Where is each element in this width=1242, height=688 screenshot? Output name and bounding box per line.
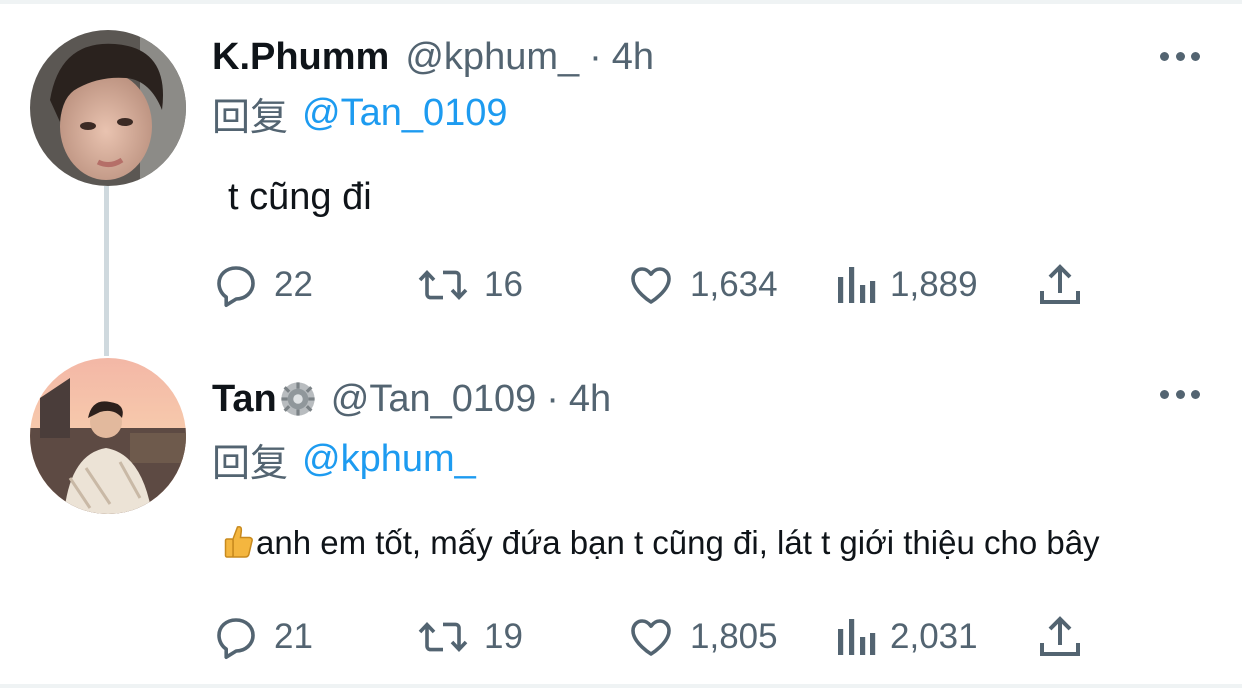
tweet-text-line: anh em tốt, mấy đứa bạn t cũng đi, lát t… <box>224 524 1100 562</box>
reply-to-handle[interactable]: @kphum_ <box>302 438 476 481</box>
views-button[interactable]: 1,889 <box>836 260 978 310</box>
retweet-count: 19 <box>484 617 523 656</box>
thumbs-up-emoji <box>224 525 253 558</box>
reply-prefix: 回复 <box>212 96 289 139</box>
display-name[interactable]: Tan <box>212 378 277 421</box>
share-icon <box>1040 264 1080 304</box>
separator-dot: · <box>589 35 602 78</box>
replying-to: 回复 @Tan_0109 <box>212 88 508 139</box>
retweet-button[interactable]: 19 <box>416 612 523 662</box>
more-icon-dot <box>1175 389 1185 399</box>
tweet-text: t cũng đi <box>228 176 372 218</box>
views-icon <box>838 267 876 303</box>
more-icon-dot <box>1160 389 1169 399</box>
reply-button[interactable]: 22 <box>212 260 313 310</box>
like-button[interactable]: 1,634 <box>626 260 778 310</box>
heart-icon <box>631 267 671 304</box>
more-options-button[interactable] <box>1160 384 1200 404</box>
retweet-button[interactable]: 16 <box>416 260 523 310</box>
timestamp[interactable]: 4h <box>612 36 654 79</box>
avatar[interactable] <box>30 358 186 514</box>
more-icon-dot <box>1191 51 1200 61</box>
more-icon-dot <box>1175 51 1185 61</box>
gear-badge-icon <box>281 382 315 416</box>
views-button[interactable]: 2,031 <box>836 612 978 662</box>
avatar-tan-image <box>30 358 186 514</box>
retweet-icon <box>418 269 468 301</box>
views-count: 1,889 <box>890 265 978 304</box>
tweet-actions: 22 16 1,634 1,889 <box>212 260 1092 310</box>
share-button[interactable] <box>1038 612 1096 662</box>
more-icon-dot <box>1191 389 1200 399</box>
avatar[interactable] <box>30 30 186 186</box>
reply-prefix: 回复 <box>212 442 289 485</box>
bottom-divider <box>0 684 1242 688</box>
separator-dot: · <box>546 377 559 420</box>
views-icon <box>838 619 876 655</box>
share-button[interactable] <box>1038 260 1096 310</box>
tweet-text: anh em tốt, mấy đứa bạn t cũng đi, lát t… <box>256 524 1100 561</box>
thread-connector-line <box>104 186 109 356</box>
replying-to: 回复 @kphum_ <box>212 434 476 485</box>
reply-count: 21 <box>274 617 313 656</box>
views-count: 2,031 <box>890 617 978 656</box>
tweet-actions: 21 19 1,805 2,031 <box>212 612 1092 662</box>
more-options-button[interactable] <box>1160 46 1200 66</box>
user-handle[interactable]: @kphum_ <box>405 36 579 79</box>
reply-icon <box>217 618 255 659</box>
like-button[interactable]: 1,805 <box>626 612 778 662</box>
user-handle[interactable]: @Tan_0109 <box>331 378 537 421</box>
retweet-icon <box>418 621 468 653</box>
heart-icon <box>631 619 671 656</box>
share-icon <box>1040 616 1080 656</box>
reply-count: 22 <box>274 265 313 304</box>
timestamp[interactable]: 4h <box>569 378 611 421</box>
tweet-header: K.Phumm @kphum_ · 4h <box>212 32 654 82</box>
reply-to-handle[interactable]: @Tan_0109 <box>302 92 508 135</box>
display-name[interactable]: K.Phumm <box>212 36 389 79</box>
reply-button[interactable]: 21 <box>212 612 313 662</box>
top-divider <box>0 0 1242 4</box>
reply-icon <box>217 266 255 307</box>
like-count: 1,634 <box>690 265 778 304</box>
like-count: 1,805 <box>690 617 778 656</box>
avatar-kphumm-image <box>30 30 186 186</box>
retweet-count: 16 <box>484 265 523 304</box>
tweet-header: Tan @Tan_0109 · 4h <box>212 374 611 424</box>
more-icon-dot <box>1160 51 1169 61</box>
